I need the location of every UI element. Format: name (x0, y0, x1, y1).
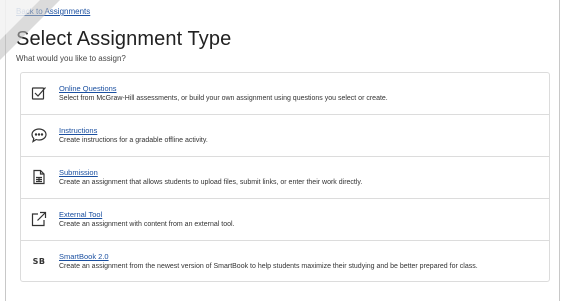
option-external-tool[interactable]: External Tool Create an assignment with … (21, 199, 549, 241)
assignment-type-list: Online Questions Select from McGraw-Hill… (20, 72, 550, 282)
option-smartbook[interactable]: SB SmartBook 2.0 Create an assignment fr… (21, 241, 549, 281)
smartbook-icon-text: SB (32, 256, 46, 266)
page-frame: Back to Assignments Select Assignment Ty… (5, 0, 560, 301)
option-title[interactable]: External Tool (59, 210, 102, 219)
checkbox-check-icon (30, 84, 48, 102)
option-description: Create an assignment from the newest ver… (59, 263, 478, 270)
option-submission[interactable]: Submission Create an assignment that all… (21, 157, 549, 199)
option-description: Create an assignment with content from a… (59, 221, 235, 228)
page-curl-highlight (0, 0, 40, 40)
option-instructions[interactable]: Instructions Create instructions for a g… (21, 115, 549, 157)
option-title[interactable]: SmartBook 2.0 (59, 252, 109, 261)
option-online-questions[interactable]: Online Questions Select from McGraw-Hill… (21, 73, 549, 115)
document-icon (30, 168, 48, 186)
option-title[interactable]: Online Questions (59, 84, 117, 93)
external-link-icon (30, 210, 48, 228)
speech-bubble-icon (30, 126, 48, 144)
option-description: Create an assignment that allows student… (59, 179, 363, 186)
option-description: Create instructions for a gradable offli… (59, 137, 208, 144)
option-title[interactable]: Instructions (59, 126, 97, 135)
option-title[interactable]: Submission (59, 168, 98, 177)
smartbook-icon: SB (30, 252, 48, 270)
option-description: Select from McGraw-Hill assessments, or … (59, 95, 388, 102)
